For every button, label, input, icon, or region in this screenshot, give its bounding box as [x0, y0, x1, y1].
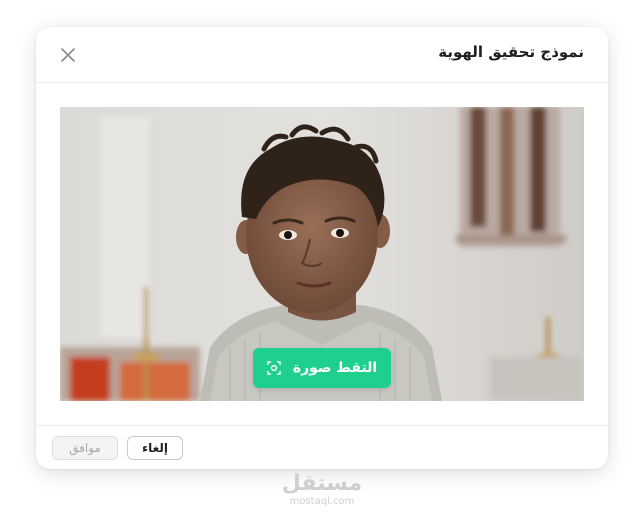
cancel-button[interactable]: إلغاء [127, 436, 183, 460]
modal-title: نموذج تحقيق الهوية [438, 43, 584, 61]
capture-photo-button[interactable]: التقط صورة [253, 348, 391, 388]
watermark: مستقل mostaql.com [0, 472, 644, 508]
watermark-logo: مستقل [281, 471, 363, 496]
modal-header: نموذج تحقيق الهوية [36, 27, 608, 83]
close-button[interactable] [58, 45, 78, 65]
close-icon [61, 48, 75, 62]
camera-preview-image: التقط صورة [60, 107, 584, 401]
capture-photo-label: التقط صورة [292, 360, 378, 376]
footer-divider [36, 425, 608, 426]
watermark-domain: mostaql.com [289, 496, 355, 507]
camera-focus-icon [267, 361, 281, 375]
identity-verification-modal: نموذج تحقيق الهوية التقط صورة إلغاء مواف… [36, 27, 608, 469]
confirm-button[interactable]: موافق [52, 436, 118, 460]
